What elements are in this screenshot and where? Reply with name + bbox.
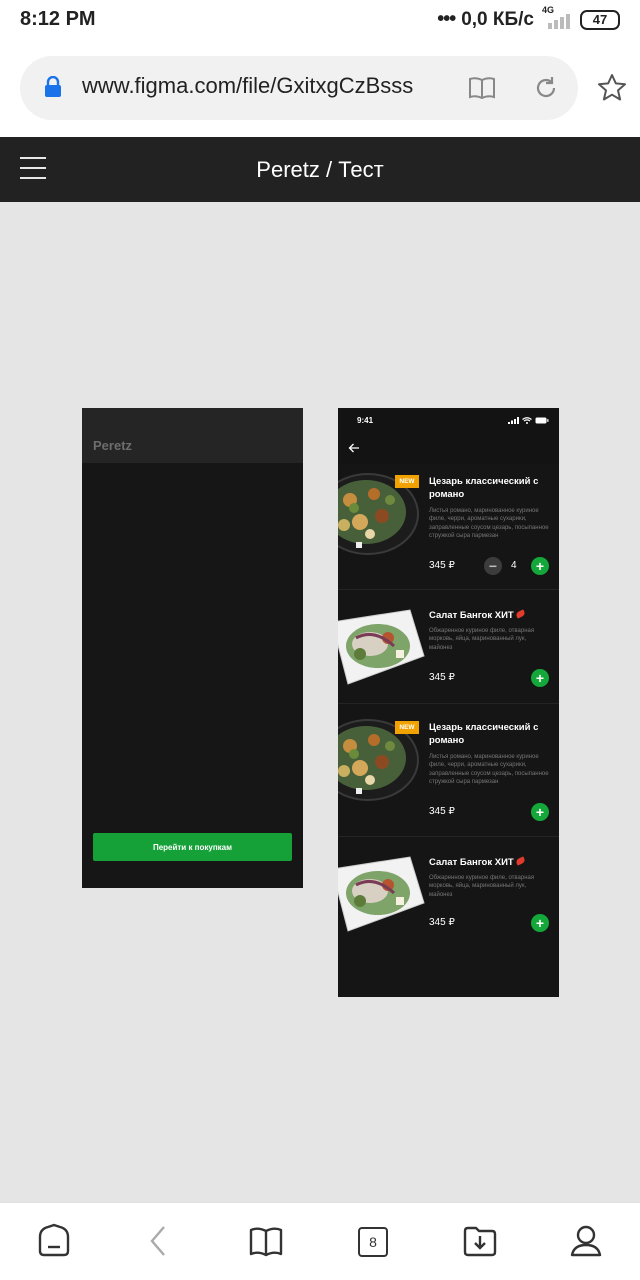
status-right: ••• 0,0 КБ/с 4G 47 [437, 5, 620, 31]
page-title: Peretz / Тест [256, 157, 384, 182]
browser-screen: 8:12 PM ••• 0,0 КБ/с 4G 47 www.figma.com… [0, 0, 640, 1280]
new-badge: NEW [395, 475, 419, 488]
menu-item-card[interactable]: Салат Бангок ХИТ Обжаренное куриное филе… [338, 837, 559, 997]
item-description: Листья романо, маринованное куриное филе… [429, 754, 549, 786]
spicy-chili-icon [514, 856, 526, 866]
browser-toolbar: www.figma.com/file/GxitxgCzBsss [0, 40, 640, 136]
battery-mini-icon [535, 417, 549, 424]
status-time: 8:12 PM [20, 8, 96, 30]
item-title: Салат Бангок ХИТ [429, 609, 551, 622]
add-to-cart-button[interactable]: + [531, 669, 549, 687]
address-bar[interactable]: www.figma.com/file/GxitxgCzBsss [20, 56, 578, 120]
battery-level: 47 [592, 12, 608, 27]
bangkok-salad-image [338, 856, 425, 932]
profile-icon[interactable] [568, 1223, 604, 1259]
downloads-folder-icon[interactable] [462, 1223, 498, 1259]
add-to-cart-button[interactable]: + [531, 557, 549, 575]
item-price: 345 ₽ [429, 672, 455, 683]
bangkok-salad-image [338, 609, 425, 685]
network-speed: 0,0 КБ/с [461, 8, 534, 30]
bookmarks-book-icon[interactable] [248, 1223, 284, 1259]
item-description: Обжаренное куриное филе, отварная морков… [429, 875, 535, 898]
url-text[interactable]: www.figma.com/file/GxitxgCzBsss [82, 73, 438, 99]
bottom-navigation: 8 [0, 1202, 640, 1280]
new-badge: NEW [395, 721, 419, 734]
menu-item-card[interactable]: NEW Цезарь классический с романо Листья … [338, 704, 559, 837]
phone-status-bar: 9:41 [338, 408, 559, 434]
go-shopping-button[interactable]: Перейти к покупкам [93, 833, 292, 861]
spicy-chili-icon [514, 609, 526, 619]
frame-splash[interactable]: Peretz Перейти к покупкам [82, 408, 303, 888]
reader-mode-icon[interactable] [468, 74, 496, 102]
back-arrow-icon[interactable] [348, 442, 360, 454]
item-price: 345 ₽ [429, 806, 455, 817]
phone-time: 9:41 [357, 416, 374, 425]
item-title: Цезарь классический с романо [429, 722, 539, 746]
item-description: Листья романо, маринованное куриное филе… [429, 508, 549, 540]
item-title: Цезарь классический с романо [429, 476, 539, 500]
item-quantity: 4 [511, 560, 517, 571]
brand-logo: Peretz [93, 438, 133, 453]
lock-icon [45, 76, 61, 97]
battery-icon: 47 [580, 9, 620, 30]
back-icon[interactable] [140, 1223, 176, 1259]
item-price: 345 ₽ [429, 917, 455, 928]
bookmark-star-icon[interactable] [596, 72, 628, 104]
splash-header: Peretz [82, 408, 303, 463]
wifi-icon [522, 417, 532, 424]
decrease-quantity-button[interactable]: − [484, 557, 502, 575]
frame-menu[interactable]: 9:41 NEW Цезарь классический с романо Ли… [338, 408, 559, 997]
figma-header: Peretz / Тест [0, 137, 640, 202]
item-description: Обжаренное куриное филе, отварная морков… [429, 628, 535, 651]
tabs-counter-button[interactable]: 8 [358, 1227, 388, 1257]
cellular-icon [508, 417, 519, 424]
item-title: Салат Бангок ХИТ [429, 856, 551, 869]
add-to-cart-button[interactable]: + [531, 803, 549, 821]
home-icon[interactable] [36, 1223, 72, 1259]
item-price: 345 ₽ [429, 560, 455, 571]
reload-icon[interactable] [532, 74, 560, 102]
add-to-cart-button[interactable]: + [531, 914, 549, 932]
status-bar: 8:12 PM ••• 0,0 КБ/с 4G 47 [0, 0, 640, 40]
menu-item-card[interactable]: Салат Бангок ХИТ Обжаренное куриное филе… [338, 590, 559, 704]
menu-item-card[interactable]: NEW Цезарь классический с романо Листья … [338, 464, 559, 590]
tab-count: 8 [369, 1234, 377, 1250]
status-dots: ••• [437, 8, 456, 30]
signal-icon: 4G [540, 5, 574, 31]
